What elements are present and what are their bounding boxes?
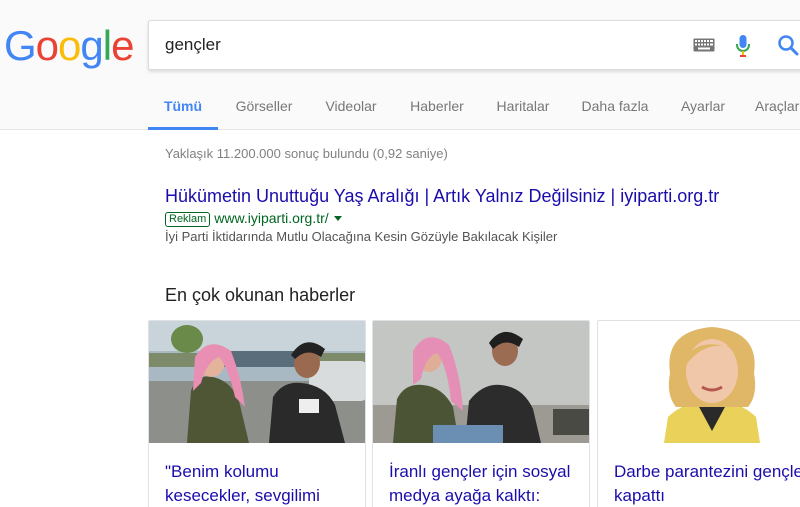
logo-letter: g <box>80 22 103 69</box>
logo-letter: G <box>4 22 37 69</box>
logo-letter: l <box>102 22 112 69</box>
ad-badge: Reklam <box>165 212 211 227</box>
search-tabs: Tümü Görseller Videolar Haberler Harital… <box>0 82 800 130</box>
search-input[interactable] <box>165 21 685 69</box>
tab-news[interactable]: Haberler <box>406 82 468 130</box>
logo-letter: e <box>111 22 134 69</box>
ad-result: Hükümetin Unuttuğu Yaş Aralığı | Artık Y… <box>165 184 785 246</box>
ad-url-row: Reklam www.iyiparti.org.tr/ <box>165 209 785 227</box>
search-box <box>148 20 800 70</box>
header: Google Tümü Görseller Videolar Haberler … <box>0 0 800 130</box>
result-stats: Yaklaşık 11.200.000 sonuç bulundu (0,92 … <box>165 146 448 161</box>
caret-down-icon[interactable] <box>333 216 342 221</box>
ad-url: www.iyiparti.org.tr/ <box>214 210 329 226</box>
search-icon[interactable] <box>777 34 799 56</box>
news-card[interactable]: İranlı gençler için sosyal medya ayağa k… <box>372 320 590 507</box>
tab-settings[interactable]: Ayarlar <box>677 82 729 130</box>
tab-videos[interactable]: Videolar <box>322 82 380 130</box>
microphone-icon[interactable] <box>735 34 751 58</box>
ad-title-link[interactable]: Hükümetin Unuttuğu Yaş Aralığı | Artık Y… <box>165 184 785 208</box>
news-card-title: İranlı gençler için sosyal medya ayağa k… <box>389 462 571 505</box>
ad-description: İyi Parti İktidarında Mutlu Olacağına Ke… <box>165 229 558 244</box>
news-heading: En çok okunan haberler <box>165 285 356 305</box>
news-card[interactable]: Darbe parantezini gençler kapattı <box>597 320 800 507</box>
tab-tools[interactable]: Araçlar <box>755 82 800 130</box>
logo-letter: o <box>58 22 81 69</box>
news-thumbnail <box>373 321 589 443</box>
keyboard-icon[interactable] <box>693 38 715 52</box>
logo-letter: o <box>35 22 59 69</box>
tab-images[interactable]: Görseller <box>232 82 296 130</box>
tab-more[interactable]: Daha fazla <box>579 82 651 130</box>
google-logo[interactable]: Google <box>4 22 134 70</box>
news-card-title: Darbe parantezini gençler kapattı <box>614 462 800 505</box>
tab-all[interactable]: Tümü <box>148 82 218 130</box>
news-card[interactable]: "Benim kolumu kesecekler, sevgilimi <box>148 320 366 507</box>
news-card-title: "Benim kolumu kesecekler, sevgilimi <box>165 462 320 505</box>
news-thumbnail <box>598 321 800 443</box>
tab-maps[interactable]: Haritalar <box>494 82 552 130</box>
news-thumbnail <box>149 321 365 443</box>
